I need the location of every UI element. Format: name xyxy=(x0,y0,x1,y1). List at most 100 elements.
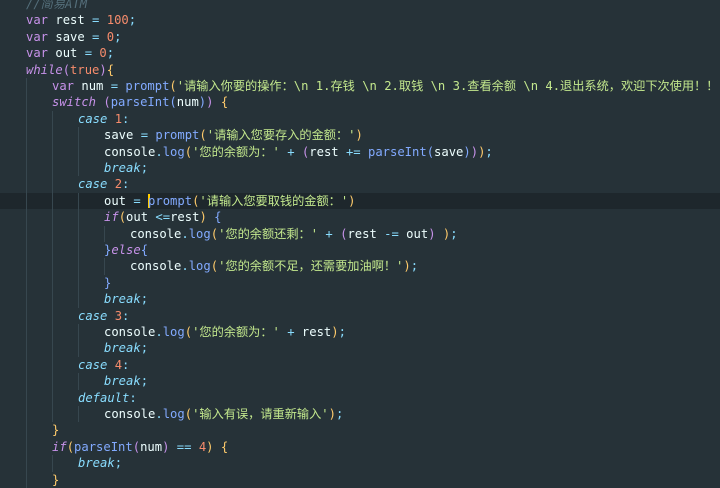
code-line[interactable]: if(parseInt(num) == 4) { xyxy=(0,438,720,456)
code-token: case xyxy=(78,308,108,323)
code-token: ( xyxy=(184,325,193,339)
code-token: ( xyxy=(210,226,219,241)
code-line[interactable]: console.log('您的余额为：' + (rest += parseInt… xyxy=(0,143,720,160)
indent-guide xyxy=(26,291,27,308)
indent-guide xyxy=(52,242,53,259)
indent-guide xyxy=(26,127,27,144)
indent-guide xyxy=(52,324,53,341)
indent-guide xyxy=(52,455,53,472)
code-token: switch xyxy=(52,95,97,110)
code-token: num xyxy=(140,439,163,454)
code-token: var xyxy=(26,13,49,28)
code-token: + xyxy=(287,144,295,159)
code-line[interactable]: case 4: xyxy=(0,356,720,374)
indent-guide xyxy=(26,242,27,259)
code-token: ( xyxy=(426,144,435,159)
code-line[interactable]: } xyxy=(0,274,720,292)
code-line[interactable]: break; xyxy=(0,291,720,308)
code-line[interactable]: default: xyxy=(0,389,720,406)
indent-guide xyxy=(26,192,27,210)
code-line[interactable]: if(out <=rest) { xyxy=(0,209,720,226)
code-text: if(parseInt(num) == 4) { xyxy=(52,439,228,455)
code-token: out xyxy=(126,210,156,225)
code-token: out xyxy=(398,226,429,241)
code-token: = xyxy=(110,79,119,93)
code-line[interactable]: switch (parseInt(num)) { xyxy=(0,94,720,111)
indent-guide xyxy=(26,373,27,390)
code-token: out xyxy=(104,193,134,208)
code-token: : xyxy=(122,357,130,372)
indent-guide xyxy=(52,307,53,324)
code-token: { xyxy=(140,243,149,257)
code-line[interactable]: var rest = 100; xyxy=(0,12,720,28)
code-token: ) xyxy=(328,407,336,421)
code-token: case xyxy=(78,177,108,192)
code-token: num xyxy=(176,95,199,110)
code-line[interactable]: case 2: xyxy=(0,176,720,193)
code-token: ; xyxy=(338,325,346,339)
indent-guide xyxy=(52,110,53,128)
code-token: break xyxy=(78,456,115,471)
code-line[interactable]: while(true){ xyxy=(0,62,720,78)
code-text: out = prompt('请输入您要取钱的金额：') xyxy=(104,193,356,209)
code-line[interactable]: var out = 0; xyxy=(0,45,720,61)
code-text: while(true){ xyxy=(26,62,114,78)
code-token: ( xyxy=(169,79,177,93)
code-line[interactable]: console.log('您的余额还剩：' + (rest -= out) ); xyxy=(0,225,720,242)
code-token: ) xyxy=(470,144,479,159)
code-token: var xyxy=(26,46,49,61)
code-line[interactable]: console.log('您的余额不足，还需要加油啊！'); xyxy=(0,258,720,275)
code-token: parseInt xyxy=(74,439,133,454)
code-line[interactable]: case 1: xyxy=(0,110,720,128)
code-token: break xyxy=(104,161,141,175)
code-token: } xyxy=(52,423,60,438)
code-text: var rest = 100; xyxy=(26,12,136,28)
code-token: console xyxy=(104,144,156,159)
code-line[interactable]: //简易ATM xyxy=(0,0,720,12)
code-token: + xyxy=(325,226,333,241)
code-token: { xyxy=(220,95,229,110)
code-line[interactable]: break; xyxy=(0,373,720,390)
indent-guide xyxy=(52,291,53,308)
code-token: { xyxy=(220,439,229,454)
code-token: ( xyxy=(103,95,111,110)
code-token: log xyxy=(162,407,185,421)
code-token: <= xyxy=(155,210,171,225)
code-token: var xyxy=(52,79,75,93)
code-line[interactable]: var save = 0; xyxy=(0,29,720,45)
code-token: ; xyxy=(140,341,149,356)
code-line[interactable]: } xyxy=(0,471,720,488)
code-token: ) xyxy=(206,439,214,454)
code-line[interactable]: console.log('您的余额为：' + rest); xyxy=(0,324,720,341)
indent-guide xyxy=(52,406,53,423)
code-token: 2 xyxy=(114,177,123,192)
indent-guide xyxy=(26,110,27,128)
code-line[interactable]: out = prompt('请输入您要取钱的金额：') xyxy=(0,192,720,210)
code-line[interactable]: var num = prompt('请输入你要的操作：\n 1.存钱 \n 2.… xyxy=(0,78,720,95)
code-token: . xyxy=(155,407,163,421)
indent-guide xyxy=(52,176,53,193)
code-text: } xyxy=(52,422,59,438)
code-token: ) xyxy=(99,62,107,77)
code-editor[interactable]: //简易ATM var rest = 100; var save = 0; var o… xyxy=(0,0,720,488)
code-line[interactable]: save = prompt('请输入您要存入的金额：') xyxy=(0,127,720,144)
code-line[interactable]: case 3: xyxy=(0,307,720,324)
code-token: : xyxy=(122,111,130,126)
indent-guide xyxy=(26,340,27,357)
code-line[interactable]: } xyxy=(0,422,720,439)
code-line[interactable]: break; xyxy=(0,340,720,357)
code-line[interactable]: console.log('输入有误，请重新输入'); xyxy=(0,406,720,423)
code-line[interactable]: break; xyxy=(0,160,720,177)
code-text: console.log('您的余额还剩：' + (rest -= out) ); xyxy=(130,226,458,242)
code-token: { xyxy=(106,62,115,77)
code-token: ; xyxy=(410,259,419,274)
code-token: log xyxy=(162,325,185,339)
code-line[interactable]: }else{ xyxy=(0,242,720,259)
code-token: ) xyxy=(428,226,436,241)
indent-guide xyxy=(26,324,27,341)
code-line[interactable]: break; xyxy=(0,455,720,472)
code-token: = xyxy=(84,46,93,61)
